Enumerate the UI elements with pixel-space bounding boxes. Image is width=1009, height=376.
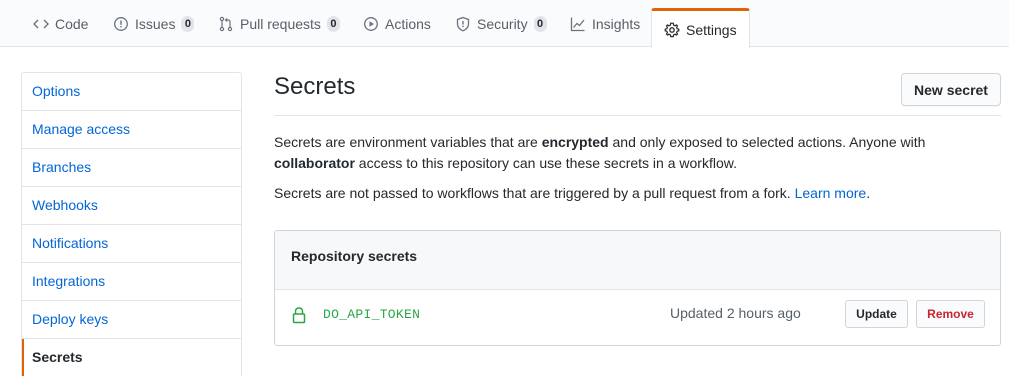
learn-more-link[interactable]: Learn more (795, 185, 867, 201)
secret-row: DO_API_TOKEN Updated 2 hours ago Update … (275, 290, 1000, 345)
tab-actions[interactable]: Actions (363, 0, 431, 47)
tab-code[interactable]: Code (33, 0, 88, 47)
update-secret-button[interactable]: Update (845, 300, 908, 328)
tab-issues[interactable]: Issues 0 (113, 0, 195, 47)
new-secret-button[interactable]: New secret (901, 73, 1001, 106)
code-icon (33, 19, 49, 28)
tab-settings[interactable]: Settings (651, 8, 750, 48)
description-encrypted: encrypted (541, 134, 609, 150)
sidebar-item-webhooks[interactable]: Webhooks (22, 187, 241, 225)
repository-secrets-box: Repository secrets DO_API_TOKEN Updated … (274, 230, 1001, 346)
shield-icon (456, 16, 470, 32)
sidebar-item-secrets[interactable]: Secrets (22, 339, 241, 376)
gear-icon (664, 22, 680, 37)
sidebar-item-options[interactable]: Options (22, 73, 241, 111)
lock-icon (292, 307, 306, 324)
remove-secret-button[interactable]: Remove (916, 300, 985, 328)
sidebar-item-notifications[interactable]: Notifications (22, 225, 241, 263)
git-pull-request-icon (219, 16, 233, 31)
security-count-badge: 0 (533, 15, 547, 32)
repository-secrets-header: Repository secrets (275, 231, 1000, 290)
graph-icon (570, 17, 585, 31)
tab-pull-requests-label: Pull requests (240, 15, 321, 32)
repo-tab-bar: Code Issues 0 Pull requests 0 Actions Se… (0, 0, 1009, 48)
secret-updated-time: Updated 2 hours ago (670, 305, 801, 321)
sidebar-item-deploy-keys[interactable]: Deploy keys (22, 301, 241, 339)
description-collaborator: collaborator (274, 155, 355, 171)
pull-requests-count-badge: 0 (326, 15, 340, 32)
description-text-3: access to this repository can use these … (354, 155, 737, 171)
title-divider (274, 115, 1001, 116)
sidebar-item-branches[interactable]: Branches (22, 149, 241, 187)
tab-settings-label: Settings (686, 21, 737, 38)
secret-name: DO_API_TOKEN (323, 307, 421, 322)
description-text-1: Secrets are environment variables that a… (274, 134, 542, 150)
page-title: Secrets (274, 73, 356, 100)
description-text-2: and only exposed to selected actions. An… (608, 134, 926, 150)
play-icon (364, 16, 378, 31)
secrets-description: Secrets are environment variables that a… (274, 132, 974, 174)
settings-sidebar: Options Manage access Branches Webhooks … (21, 72, 242, 376)
issues-count-badge: 0 (181, 15, 195, 32)
tab-security[interactable]: Security 0 (455, 0, 547, 47)
tab-issues-label: Issues (135, 15, 176, 32)
fork-note-text: Secrets are not passed to workflows that… (274, 185, 795, 201)
tab-security-label: Security (477, 15, 528, 32)
sidebar-item-integrations[interactable]: Integrations (22, 263, 241, 301)
tab-code-label: Code (55, 15, 89, 32)
tab-insights[interactable]: Insights (570, 0, 640, 47)
tab-insights-label: Insights (592, 15, 641, 32)
fork-note: Secrets are not passed to workflows that… (274, 183, 994, 204)
sidebar-item-manage-access[interactable]: Manage access (22, 111, 241, 149)
issue-opened-icon (114, 16, 128, 31)
fork-note-period: . (866, 185, 871, 201)
tab-pull-requests[interactable]: Pull requests 0 (218, 0, 340, 47)
tab-actions-label: Actions (385, 15, 431, 32)
